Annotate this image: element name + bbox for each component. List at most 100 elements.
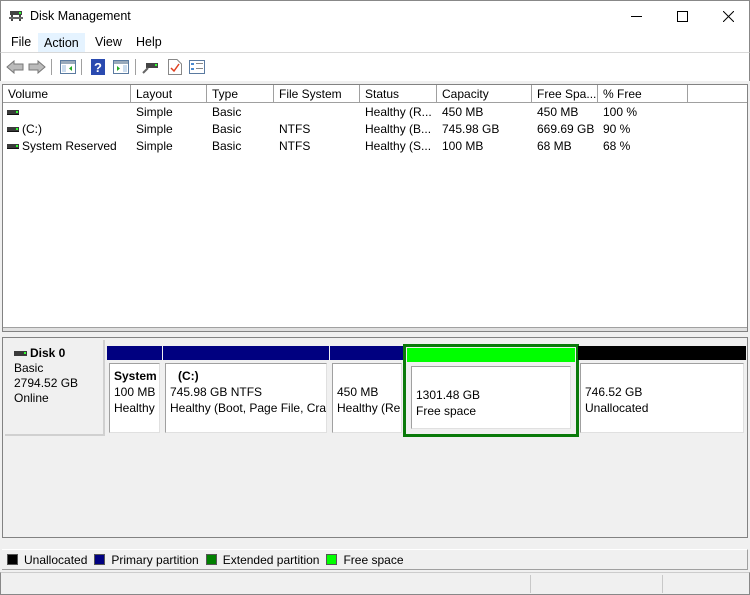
cell-capacity: 450 MB bbox=[442, 105, 484, 119]
toolbar: ? bbox=[0, 53, 750, 81]
cell-layout: Simple bbox=[136, 105, 173, 119]
cell-layout: Simple bbox=[136, 122, 173, 136]
close-button[interactable] bbox=[705, 1, 750, 31]
toolbar-separator bbox=[135, 59, 136, 75]
volume-icon bbox=[7, 144, 19, 149]
title-bar: Disk Management bbox=[0, 0, 750, 31]
maximize-icon bbox=[676, 10, 688, 22]
partition-body: 1301.48 GB Free space bbox=[411, 366, 571, 429]
cell-capacity: 100 MB bbox=[442, 139, 484, 153]
column-header-file-system[interactable]: File System bbox=[274, 85, 360, 103]
cell-percent-free: 68 % bbox=[603, 139, 631, 153]
legend-item-primary: Primary partition bbox=[94, 552, 199, 567]
partition-size: 450 MB bbox=[337, 385, 379, 399]
minimize-button[interactable] bbox=[613, 1, 659, 31]
column-header-volume[interactable]: Volume bbox=[3, 85, 131, 103]
table-row[interactable]: (C:) Simple Basic NTFS Healthy (B... 745… bbox=[3, 121, 747, 138]
column-header-capacity[interactable]: Capacity bbox=[437, 85, 532, 103]
partition-status: Healthy (Boot, Page File, Cra bbox=[170, 401, 327, 415]
partition-recovery[interactable]: 450 MB Healthy (Re bbox=[330, 346, 404, 435]
column-header-free-space[interactable]: Free Spa... bbox=[532, 85, 598, 103]
column-header-percent-free[interactable]: % Free bbox=[598, 85, 688, 103]
partition-bar-unallocated bbox=[578, 346, 746, 360]
legend-label: Extended partition bbox=[222, 552, 320, 567]
partition-size: 745.98 GB NTFS bbox=[170, 385, 263, 399]
legend-item-extended: Extended partition bbox=[205, 552, 320, 567]
show-hide-action-pane-button[interactable] bbox=[111, 57, 131, 77]
cell-free-space: 68 MB bbox=[537, 139, 572, 153]
partition-bar-primary bbox=[163, 346, 329, 360]
column-header-status[interactable]: Status bbox=[360, 85, 437, 103]
disk-map-pane: Disk 0 Basic 2794.52 GB Online System 10… bbox=[2, 337, 748, 538]
window-title: Disk Management bbox=[30, 9, 131, 23]
column-header-type[interactable]: Type bbox=[207, 85, 274, 103]
disk-management-icon bbox=[9, 11, 23, 21]
connect-disk-icon bbox=[142, 63, 158, 74]
legend-label: Unallocated bbox=[24, 552, 88, 567]
legend-label: Primary partition bbox=[111, 552, 199, 567]
partition-body: (C:) 745.98 GB NTFS Healthy (Boot, Page … bbox=[165, 363, 327, 433]
menu-action[interactable]: Action bbox=[38, 33, 85, 52]
partition-c-drive[interactable]: (C:) 745.98 GB NTFS Healthy (Boot, Page … bbox=[163, 346, 329, 435]
minimize-icon bbox=[630, 15, 642, 17]
partition-bar-primary bbox=[330, 346, 404, 360]
disk-0-label[interactable]: Disk 0 Basic 2794.52 GB Online bbox=[5, 340, 105, 436]
status-bar-separator bbox=[530, 575, 531, 593]
forward-button[interactable] bbox=[27, 57, 47, 77]
menu-file[interactable]: File bbox=[6, 33, 36, 52]
partition-size: 1301.48 GB bbox=[416, 388, 481, 402]
show-hide-console-tree-button[interactable] bbox=[58, 57, 78, 77]
legend-swatch-primary bbox=[94, 554, 106, 565]
properties-button[interactable] bbox=[187, 57, 207, 77]
cell-status: Healthy (R... bbox=[365, 105, 432, 119]
back-button[interactable] bbox=[5, 57, 25, 77]
status-bar-separator bbox=[662, 575, 663, 593]
partition-status: Free space bbox=[416, 404, 477, 418]
volume-icon bbox=[7, 127, 19, 132]
toolbar-separator bbox=[51, 59, 52, 75]
menu-help[interactable]: Help bbox=[131, 33, 167, 52]
partition-status: Unallocated bbox=[585, 401, 649, 415]
toolbar-separator bbox=[81, 59, 82, 75]
horizontal-scrollbar[interactable] bbox=[3, 327, 747, 331]
checklist-icon bbox=[168, 59, 182, 75]
connect-disk-button[interactable] bbox=[141, 57, 161, 77]
maximize-button[interactable] bbox=[659, 1, 705, 31]
help-button[interactable]: ? bbox=[88, 57, 108, 77]
cell-status: Healthy (B... bbox=[365, 122, 432, 136]
partition-status: Healthy (Re bbox=[337, 401, 401, 415]
legend-label: Free space bbox=[343, 552, 404, 567]
partition-system-reserved[interactable]: System 100 MB Healthy bbox=[107, 346, 162, 435]
disk-icon bbox=[14, 351, 27, 356]
table-row[interactable]: Simple Basic Healthy (R... 450 MB 450 MB… bbox=[3, 104, 747, 121]
column-header-layout[interactable]: Layout bbox=[131, 85, 207, 103]
cell-volume: System Reserved bbox=[22, 139, 117, 153]
volume-list: Volume Layout Type File System Status Ca… bbox=[2, 84, 748, 332]
partition-size: 746.52 GB bbox=[585, 385, 643, 399]
forward-arrow-icon bbox=[28, 60, 46, 74]
table-row[interactable]: System Reserved Simple Basic NTFS Health… bbox=[3, 138, 747, 155]
cell-volume: (C:) bbox=[22, 122, 42, 136]
disk-name-row: Disk 0 bbox=[14, 346, 103, 361]
partition-status: Healthy bbox=[114, 401, 155, 415]
check-button[interactable] bbox=[165, 57, 185, 77]
menu-view[interactable]: View bbox=[90, 33, 127, 52]
partition-unallocated[interactable]: 746.52 GB Unallocated bbox=[578, 346, 746, 435]
cell-status: Healthy (S... bbox=[365, 139, 432, 153]
cell-percent-free: 90 % bbox=[603, 122, 631, 136]
volume-icon bbox=[7, 110, 19, 115]
partition-free-space[interactable]: 1301.48 GB Free space bbox=[403, 344, 579, 437]
cell-file-system: NTFS bbox=[279, 122, 311, 136]
partition-title: (C:) bbox=[178, 369, 199, 383]
partition-bar-primary bbox=[107, 346, 162, 360]
legend-item-unallocated: Unallocated bbox=[7, 553, 87, 567]
back-arrow-icon bbox=[6, 60, 24, 74]
cell-type: Basic bbox=[212, 122, 242, 136]
cell-free-space: 669.69 GB bbox=[537, 122, 595, 136]
svg-text:?: ? bbox=[94, 60, 102, 75]
legend-item-free: Free space bbox=[326, 552, 404, 567]
disk-name: Disk 0 bbox=[30, 346, 66, 360]
partition-title: System bbox=[114, 369, 157, 383]
action-pane-icon bbox=[113, 60, 129, 74]
close-icon bbox=[722, 10, 734, 22]
